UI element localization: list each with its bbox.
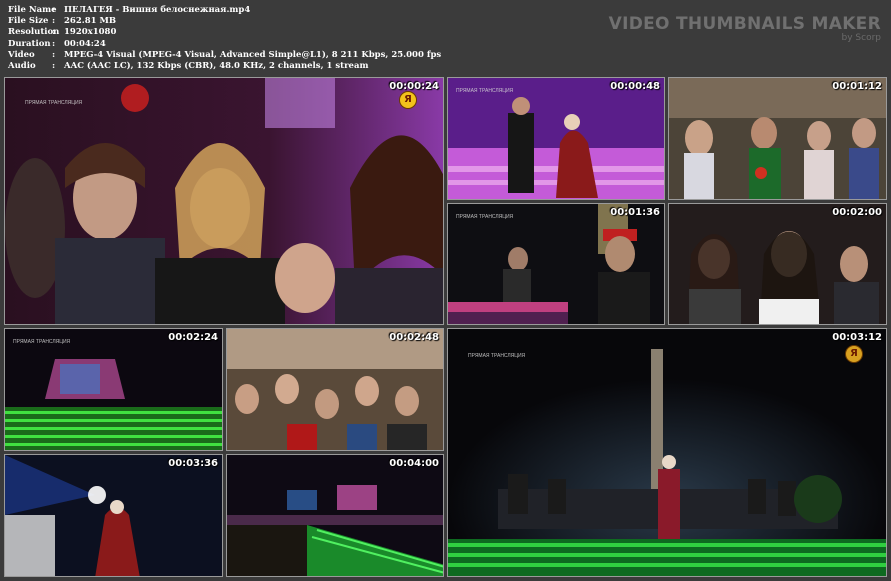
- timestamp: 00:04:00: [389, 458, 439, 469]
- thumbnail-6[interactable]: ПРЯМАЯ ТРАНСЛЯЦИЯ 00:02:24: [4, 328, 223, 451]
- timestamp: 00:00:48: [610, 81, 660, 92]
- brand-subtitle: by Scorp: [841, 33, 881, 43]
- thumbnail-8-scene: [448, 329, 886, 576]
- timestamp: 00:03:12: [832, 332, 882, 343]
- thumbnail-8[interactable]: ПРЯМАЯ ТРАНСЛЯЦИЯ Я 00:03:12: [447, 328, 887, 577]
- thumbnail-1-scene: [5, 78, 443, 324]
- audio-row: Audio: AAC (AAC LC), 132 Kbps (CBR), 48.0…: [8, 61, 369, 72]
- duration-row: Duration:00:04:24: [8, 38, 106, 49]
- file-info-panel: File Name: ПЕЛАГЕЯ - Вишня белоснежная.mp…: [8, 5, 441, 72]
- file-size-row: File Size:262.81 MB: [8, 16, 117, 27]
- thumbnail-7[interactable]: 00:02:48: [226, 328, 444, 451]
- thumbnail-6-scene: [5, 329, 222, 450]
- thumbnail-5-scene: [669, 204, 886, 324]
- thumbnail-5[interactable]: 00:02:00: [668, 203, 887, 325]
- channel-logo-icon: Я: [845, 345, 863, 363]
- thumbnail-3[interactable]: 00:01:12: [668, 77, 887, 200]
- timestamp: 00:02:00: [832, 207, 882, 218]
- thumbnail-1[interactable]: Я ПРЯМАЯ ТРАНСЛЯЦИЯ 00:00:24: [4, 77, 444, 325]
- thumbnail-9[interactable]: 00:03:36: [4, 454, 223, 577]
- timestamp: 00:00:24: [389, 81, 439, 92]
- brand-watermark: VIDEO THUMBNAILS MAKER by Scorp: [609, 14, 881, 43]
- brand-title: VIDEO THUMBNAILS MAKER: [608, 14, 881, 34]
- timestamp: 00:03:36: [168, 458, 218, 469]
- timestamp: 00:01:36: [610, 207, 660, 218]
- thumbnail-9-scene: [5, 455, 222, 576]
- live-broadcast-label: ПРЯМАЯ ТРАНСЛЯЦИЯ: [456, 88, 514, 94]
- thumbnail-4-scene: [448, 204, 664, 324]
- thumbnail-10[interactable]: 00:04:00: [226, 454, 444, 577]
- timestamp: 00:01:12: [832, 81, 882, 92]
- timestamp: 00:02:48: [389, 332, 439, 343]
- thumbnail-4[interactable]: ПРЯМАЯ ТРАНСЛЯЦИЯ 00:01:36: [447, 203, 665, 325]
- live-broadcast-label: ПРЯМАЯ ТРАНСЛЯЦИЯ: [456, 214, 514, 220]
- thumbnail-7-scene: [227, 329, 443, 450]
- thumbnail-3-scene: [669, 78, 886, 199]
- thumbnail-2[interactable]: ПРЯМАЯ ТРАНСЛЯЦИЯ 00:00:48: [447, 77, 665, 200]
- live-broadcast-label: ПРЯМАЯ ТРАНСЛЯЦИЯ: [25, 100, 83, 106]
- channel-logo-icon: Я: [399, 91, 417, 109]
- video-row: Video: MPEG-4 Visual (MPEG-4 Visual, Adva…: [8, 49, 442, 60]
- live-broadcast-label: ПРЯМАЯ ТРАНСЛЯЦИЯ: [13, 339, 71, 345]
- live-broadcast-label: ПРЯМАЯ ТРАНСЛЯЦИЯ: [468, 353, 526, 359]
- timestamp: 00:02:24: [168, 332, 218, 343]
- thumbnail-2-scene: [448, 78, 664, 199]
- file-name-row: File Name: ПЕЛАГЕЯ - Вишня белоснежная.mp…: [8, 5, 251, 15]
- thumbnail-10-scene: [227, 455, 443, 576]
- resolution-row: Resolution:1920x1080: [8, 27, 117, 38]
